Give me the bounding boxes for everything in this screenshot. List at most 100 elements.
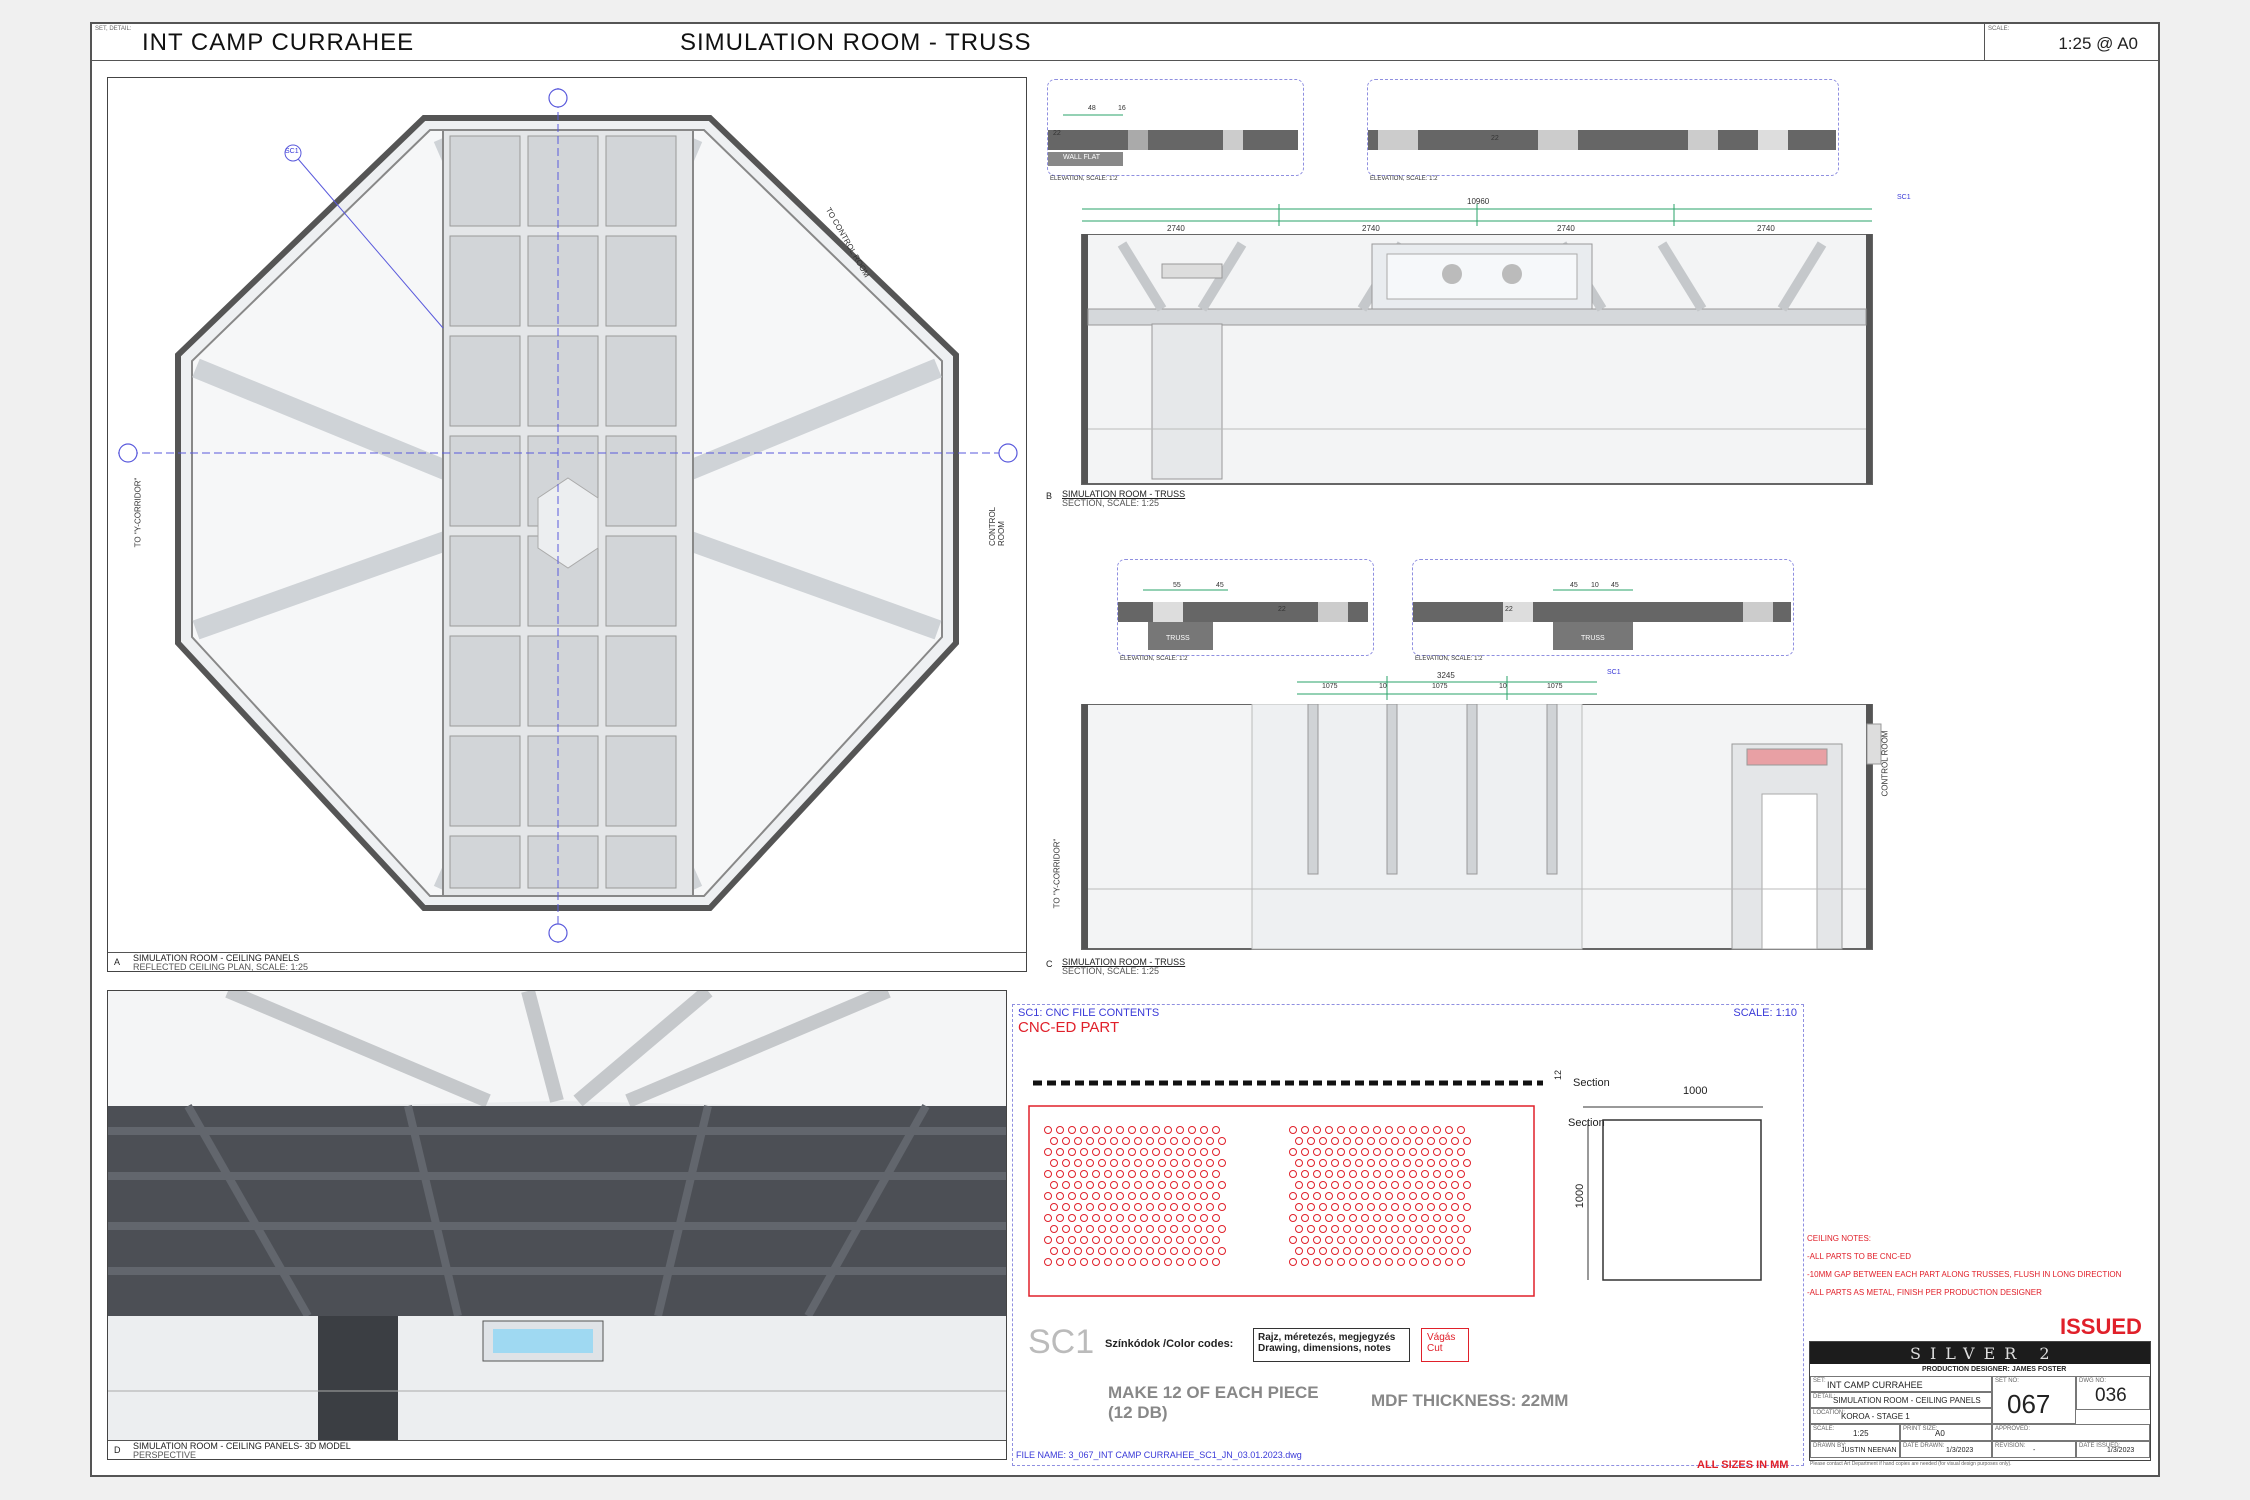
tb-detail-label: DETAIL: bbox=[1813, 1394, 1836, 1400]
cnc-legend-black-text: Rajz, méretezés, megjegyzés Drawing, dim… bbox=[1258, 1332, 1396, 1354]
perforation-hole bbox=[1301, 1258, 1309, 1266]
perforation-hole bbox=[1068, 1258, 1076, 1266]
perforation-hole bbox=[1170, 1247, 1178, 1255]
perforation-hole bbox=[1128, 1258, 1136, 1266]
tb-set-no-label: SET NO: bbox=[1995, 1378, 2019, 1384]
perforation-hole bbox=[1301, 1214, 1309, 1222]
production-designer: PRODUCTION DESIGNER: JAMES FOSTER bbox=[1922, 1366, 2067, 1373]
tb-scale: SCALE: 1:25 bbox=[1810, 1424, 1900, 1441]
panel-c-d2-dim-22: 22 bbox=[1505, 606, 1513, 613]
perforation-hole bbox=[1313, 1192, 1321, 1200]
perforation-hole bbox=[1110, 1203, 1118, 1211]
perforation-hole bbox=[1050, 1247, 1058, 1255]
perforation-hole bbox=[1170, 1159, 1178, 1167]
perforation-hole bbox=[1319, 1203, 1327, 1211]
perforation-hole bbox=[1313, 1214, 1321, 1222]
tb-revision-label: REVISION: bbox=[1995, 1443, 2026, 1449]
perforation-hole bbox=[1146, 1225, 1154, 1233]
perforation-hole bbox=[1116, 1236, 1124, 1244]
perforation-hole bbox=[1200, 1214, 1208, 1222]
perforation-hole bbox=[1361, 1258, 1369, 1266]
tb-scale-value: 1:25 bbox=[1853, 1429, 1869, 1438]
perforation-hole bbox=[1439, 1137, 1447, 1145]
perforation-hole bbox=[1325, 1148, 1333, 1156]
perforation-hole bbox=[1295, 1203, 1303, 1211]
tb-date-issued: DATE ISSUED: 1/3/2023 bbox=[2076, 1441, 2150, 1458]
perforation-hole bbox=[1104, 1192, 1112, 1200]
detail-2-drawing bbox=[1368, 130, 1836, 150]
perforation-hole bbox=[1098, 1247, 1106, 1255]
perforation-hole bbox=[1391, 1203, 1399, 1211]
perforation-hole bbox=[1391, 1247, 1399, 1255]
perforation-hole bbox=[1307, 1159, 1315, 1167]
perforation-hole bbox=[1182, 1225, 1190, 1233]
panel-c-sc1-marker: SC1 bbox=[1607, 669, 1621, 676]
perforation-hole bbox=[1188, 1170, 1196, 1178]
perforation-hole bbox=[1188, 1192, 1196, 1200]
perforation-hole bbox=[1188, 1214, 1196, 1222]
perforation-hole bbox=[1361, 1236, 1369, 1244]
perforation-hole bbox=[1098, 1159, 1106, 1167]
perforation-hole bbox=[1194, 1203, 1202, 1211]
perforation-hole bbox=[1433, 1214, 1441, 1222]
perforation-hole bbox=[1044, 1236, 1052, 1244]
perforation-hole bbox=[1212, 1258, 1220, 1266]
perforation-hole bbox=[1080, 1236, 1088, 1244]
cnc-dim-height: 1000 bbox=[1574, 1183, 1587, 1209]
perforation-hole bbox=[1068, 1148, 1076, 1156]
cnc-color-codes-label: Színkódok /Color codes: bbox=[1105, 1338, 1234, 1350]
panel-b-detail-2: 22 ELEVATION, SCALE: 1:2 bbox=[1367, 79, 1839, 182]
sheet-title: SIMULATION ROOM - TRUSS bbox=[680, 29, 1032, 56]
perforation-hole bbox=[1200, 1236, 1208, 1244]
perforation-hole bbox=[1319, 1159, 1327, 1167]
perforation-hole bbox=[1116, 1170, 1124, 1178]
panel-c-d1-truss: TRUSS bbox=[1166, 635, 1190, 642]
panel-c-label-corridor: TO "Y-CORRIDOR" bbox=[1052, 838, 1062, 909]
perforation-hole bbox=[1367, 1137, 1375, 1145]
perforation-hole bbox=[1152, 1126, 1160, 1134]
tb-location-value: KOROA - STAGE 1 bbox=[1841, 1412, 1910, 1421]
perforation-hole bbox=[1367, 1203, 1375, 1211]
panel-c-d2-dim-10: 10 bbox=[1591, 582, 1599, 589]
tb-dwg-no: DWG NO: 036 bbox=[2076, 1376, 2150, 1410]
perforation-hole bbox=[1397, 1126, 1405, 1134]
perforation-hole bbox=[1164, 1258, 1172, 1266]
perforation-hole bbox=[1343, 1247, 1351, 1255]
perforation-hole bbox=[1218, 1159, 1226, 1167]
perforation-hole bbox=[1158, 1203, 1166, 1211]
perforation-hole bbox=[1104, 1170, 1112, 1178]
perforation-hole bbox=[1164, 1126, 1172, 1134]
perforation-hole bbox=[1104, 1126, 1112, 1134]
perforation-hole bbox=[1086, 1181, 1094, 1189]
perforation-hole bbox=[1331, 1181, 1339, 1189]
perforation-hole bbox=[1457, 1192, 1465, 1200]
cnc-legend-red: Vágás Cut bbox=[1421, 1328, 1469, 1362]
perforation-hole bbox=[1409, 1258, 1417, 1266]
perforation-hole bbox=[1140, 1148, 1148, 1156]
panel-c-caption: C SIMULATION ROOM - TRUSS SECTION, SCALE… bbox=[1042, 957, 1292, 977]
perforation-hole bbox=[1176, 1126, 1184, 1134]
perforation-hole bbox=[1301, 1126, 1309, 1134]
perforation-hole bbox=[1200, 1192, 1208, 1200]
perforation-hole bbox=[1355, 1225, 1363, 1233]
perforation-hole bbox=[1110, 1181, 1118, 1189]
perforation-hole bbox=[1379, 1159, 1387, 1167]
perforation-hole bbox=[1367, 1181, 1375, 1189]
perforation-hole bbox=[1415, 1159, 1423, 1167]
perforation-hole bbox=[1445, 1170, 1453, 1178]
perforation-hole bbox=[1122, 1203, 1130, 1211]
perforation-hole bbox=[1439, 1225, 1447, 1233]
perforation-hole bbox=[1176, 1258, 1184, 1266]
perforation-hole bbox=[1451, 1225, 1459, 1233]
perforation-hole bbox=[1140, 1236, 1148, 1244]
perforation-hole bbox=[1092, 1126, 1100, 1134]
perforation-hole bbox=[1337, 1170, 1345, 1178]
panel-c-d2-truss: TRUSS bbox=[1581, 635, 1605, 642]
perforation-hole bbox=[1463, 1159, 1471, 1167]
tb-scale-label: SCALE: bbox=[1813, 1426, 1835, 1432]
perforation-hole bbox=[1056, 1192, 1064, 1200]
tb-dwg-no-label: DWG NO: bbox=[2079, 1378, 2106, 1384]
perforation-hole bbox=[1164, 1148, 1172, 1156]
title-block-logo-bar: SILVER 2 bbox=[1810, 1342, 2150, 1364]
perforation-hole bbox=[1445, 1236, 1453, 1244]
